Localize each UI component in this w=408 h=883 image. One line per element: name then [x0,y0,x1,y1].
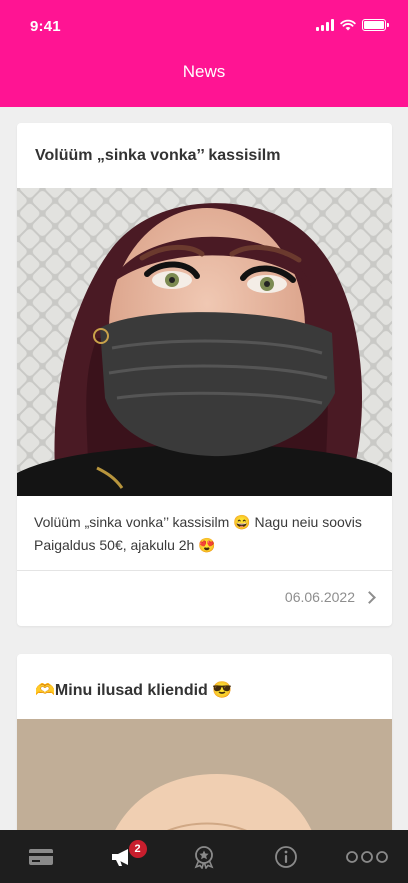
tab-info[interactable] [245,830,327,883]
news-screen: 9:41 News Volüüm „sinka vonka’’ kassisil… [0,0,408,883]
page-title: News [182,62,226,81]
status-time: 9:41 [30,18,61,35]
divider [17,570,392,571]
tab-more[interactable] [326,830,408,883]
news-card-title: Volüüm „sinka vonka’’ kassisilm [35,147,281,164]
header-bar: 9:41 News [0,0,408,107]
tab-bar: 2 [0,830,408,883]
chevron-right-icon [363,590,376,604]
battery-icon [362,19,389,31]
notification-badge: 2 [128,840,147,858]
news-date: 06.06.2022 [284,589,355,605]
tab-rewards[interactable] [163,830,245,883]
wifi-icon [340,19,356,31]
info-icon [274,845,297,868]
signal-icon [316,19,334,31]
news-card[interactable]: 🫶Minu ilusad kliendid 😎 [17,654,392,854]
news-card-title: 🫶Minu ilusad kliendid 😎 [35,682,233,699]
news-card-text: Volüüm „sinka vonka’’ kassisilm 😄 Nagu n… [34,514,362,553]
news-photo [17,188,392,496]
status-icons [316,19,389,31]
more-icon [346,850,389,863]
tab-cards[interactable] [0,830,82,883]
news-card-footer[interactable]: 06.06.2022 [284,589,376,605]
tab-news[interactable]: 2 [82,830,164,883]
card-icon [28,848,53,865]
award-icon [194,845,214,869]
news-card[interactable]: Volüüm „sinka vonka’’ kassisilm Volüüm „… [17,123,392,626]
